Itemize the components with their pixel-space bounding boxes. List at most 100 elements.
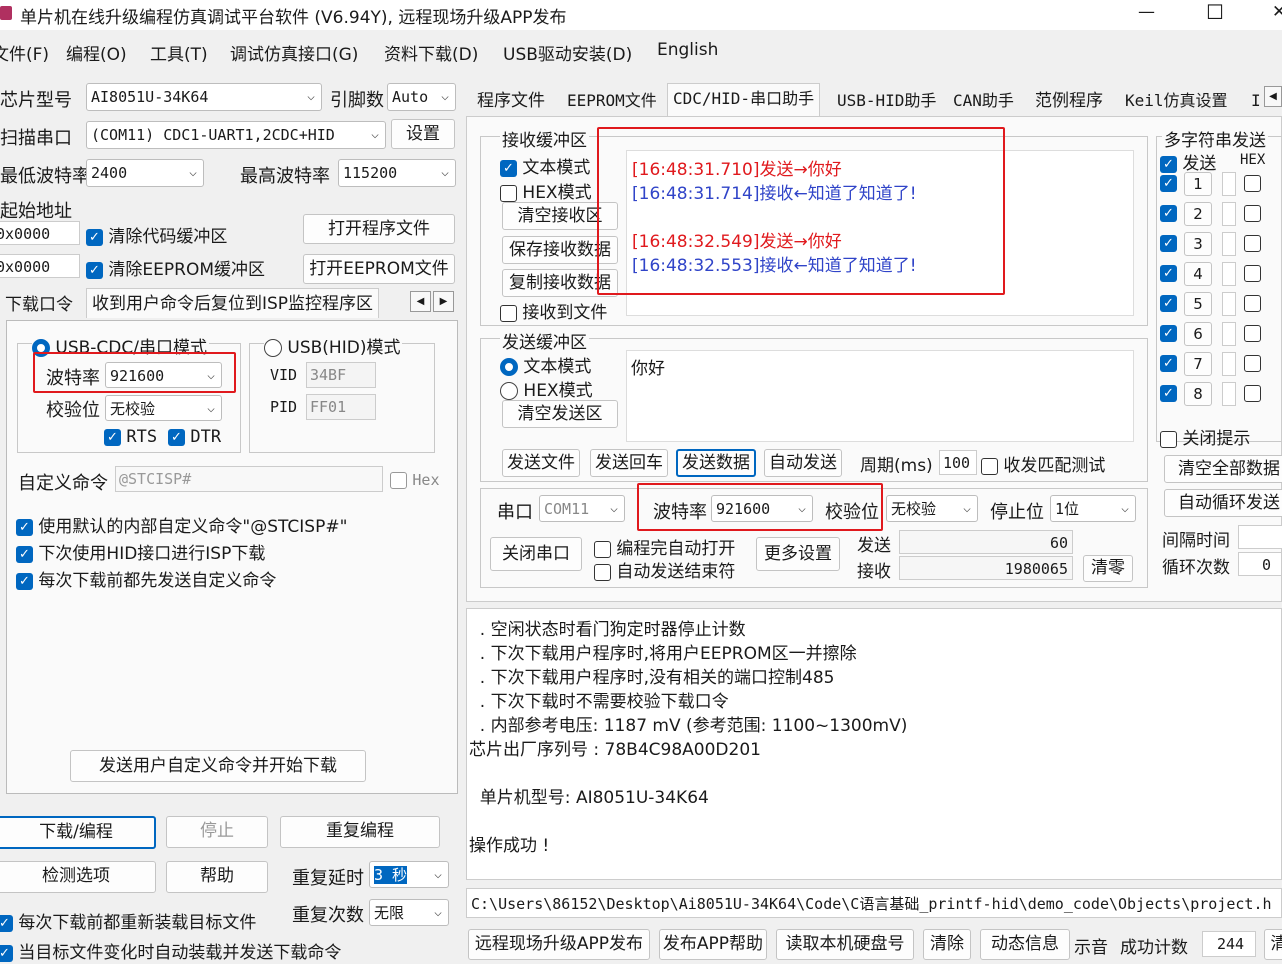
dynamic-info-button[interactable]: 动态信息 bbox=[980, 929, 1070, 960]
multi-row-button[interactable]: 4 bbox=[1184, 262, 1212, 286]
clear-button[interactable]: 清除 bbox=[923, 929, 971, 960]
opt-hid-isp[interactable]: ✓ 下次使用HID接口进行ISP下载 bbox=[16, 539, 265, 564]
serial-port-select[interactable]: COM11 ⌵ bbox=[539, 495, 625, 522]
rts-checkbox[interactable]: ✓ RTS bbox=[104, 427, 157, 447]
send-hex-mode[interactable]: HEX模式 bbox=[500, 376, 593, 401]
pins-select[interactable]: Auto ⌵ bbox=[387, 83, 456, 111]
multi-row-button[interactable]: 7 bbox=[1184, 352, 1212, 376]
menu-debug[interactable]: 调试仿真接口(G) bbox=[230, 40, 358, 65]
checkbox-icon[interactable] bbox=[1244, 295, 1261, 312]
settings-button[interactable]: 设置 bbox=[391, 119, 455, 149]
multi-row-input[interactable] bbox=[1222, 352, 1236, 376]
repeat-program-button[interactable]: 重复编程 bbox=[280, 816, 440, 848]
menu-usb-driver[interactable]: USB驱动安装(D) bbox=[503, 40, 632, 65]
multi-row-button[interactable]: 8 bbox=[1184, 382, 1212, 406]
send-cmd-download-button[interactable]: 发送用户自定义命令并开始下载 bbox=[70, 750, 366, 782]
multi-send-col[interactable]: ✓ 发送 bbox=[1160, 149, 1216, 174]
checkbox-icon[interactable] bbox=[1244, 325, 1261, 342]
send-textarea[interactable]: 你好 bbox=[626, 350, 1134, 442]
menu-english[interactable]: English bbox=[657, 40, 718, 60]
tab-can[interactable]: CAN助手 bbox=[948, 86, 1019, 116]
tab-scroll-right[interactable]: ▶ bbox=[433, 291, 454, 312]
close-icon[interactable]: ✕ bbox=[1272, 2, 1282, 22]
parity-select[interactable]: 无校验 ⌵ bbox=[105, 395, 222, 421]
max-baud-select[interactable]: 115200 ⌵ bbox=[338, 159, 456, 187]
menu-program[interactable]: 编程(O) bbox=[66, 40, 127, 65]
multi-row-input[interactable] bbox=[1222, 322, 1236, 346]
tab-eeprom-file[interactable]: EEPROM文件 bbox=[562, 86, 662, 116]
menu-tools[interactable]: 工具(T) bbox=[150, 40, 208, 65]
pid-input[interactable]: FF01 bbox=[306, 394, 376, 420]
multi-row-input[interactable] bbox=[1222, 292, 1236, 316]
tab-download-password[interactable]: 下载口令 bbox=[0, 290, 78, 320]
clear-count-button[interactable]: 清零 bbox=[1083, 555, 1133, 582]
stop-button[interactable]: 停止 bbox=[166, 816, 268, 848]
tab-more[interactable]: I bbox=[1246, 86, 1266, 116]
check-icon[interactable]: ✓ bbox=[1160, 295, 1177, 312]
open-program-button[interactable]: 打开程序文件 bbox=[303, 214, 455, 244]
dtr-checkbox[interactable]: ✓ DTR bbox=[168, 427, 221, 447]
clear-count-bottom-button[interactable]: 清 bbox=[1264, 929, 1282, 960]
multi-row-input[interactable] bbox=[1222, 262, 1236, 286]
hex-checkbox[interactable]: Hex bbox=[390, 470, 440, 490]
check-icon[interactable]: ✓ bbox=[1160, 385, 1177, 402]
multi-row-button[interactable]: 2 bbox=[1184, 202, 1212, 226]
close-port-button[interactable]: 关闭串口 bbox=[490, 537, 582, 571]
close-tip-checkbox[interactable]: 关闭提示 bbox=[1160, 424, 1250, 449]
tab-serial-assistant[interactable]: CDC/HID-串口助手 bbox=[667, 83, 821, 117]
opt-default-cmd[interactable]: ✓ 使用默认的内部自定义命令"@STCISP#" bbox=[16, 512, 347, 537]
multi-row-input[interactable] bbox=[1222, 232, 1236, 256]
interval-input[interactable] bbox=[1238, 525, 1282, 549]
addr1-input[interactable]: 0x0000 bbox=[0, 221, 80, 245]
tab-keil[interactable]: Keil仿真设置 bbox=[1120, 86, 1233, 116]
checkbox-icon[interactable] bbox=[1244, 235, 1261, 252]
serial-parity-select[interactable]: 无校验 ⌵ bbox=[886, 495, 978, 522]
auto-load-checkbox[interactable]: ✓ 当目标文件变化时自动装载并发送下载命令 bbox=[0, 938, 341, 963]
auto-loop-button[interactable]: 自动循环发送 bbox=[1164, 489, 1282, 517]
check-icon[interactable]: ✓ bbox=[1160, 325, 1177, 342]
checkbox-icon[interactable] bbox=[1244, 205, 1261, 222]
multi-row-button[interactable]: 6 bbox=[1184, 322, 1212, 346]
clear-code-checkbox[interactable]: ✓ 清除代码缓冲区 bbox=[86, 222, 227, 247]
maximize-icon[interactable]: ☐ bbox=[1206, 0, 1224, 24]
help-button[interactable]: 帮助 bbox=[166, 861, 268, 893]
clear-eeprom-checkbox[interactable]: ✓ 清除EEPROM缓冲区 bbox=[86, 255, 265, 280]
tab-usb-hid[interactable]: USB-HID助手 bbox=[832, 86, 941, 116]
check-icon[interactable]: ✓ bbox=[1160, 205, 1177, 222]
send-text-mode[interactable]: 文本模式 bbox=[500, 352, 591, 377]
repeat-delay-select[interactable]: 3 秒 ⌵ bbox=[369, 861, 449, 888]
more-settings-button[interactable]: 更多设置 bbox=[756, 537, 840, 571]
vid-input[interactable]: 34BF bbox=[306, 362, 376, 388]
multi-row-button[interactable]: 5 bbox=[1184, 292, 1212, 316]
checkbox-icon[interactable] bbox=[1244, 355, 1261, 372]
checkbox-icon[interactable] bbox=[1244, 175, 1261, 192]
auto-end-checkbox[interactable]: 自动发送结束符 bbox=[594, 557, 735, 582]
multi-row-button[interactable]: 1 bbox=[1184, 172, 1212, 196]
recv-text-mode[interactable]: ✓ 文本模式 bbox=[500, 153, 590, 178]
tab-scroll-left[interactable]: ◀ bbox=[1264, 86, 1282, 107]
check-icon[interactable]: ✓ bbox=[1160, 355, 1177, 372]
recv-to-file[interactable]: 接收到文件 bbox=[500, 298, 607, 323]
check-options-button[interactable]: 检测选项 bbox=[0, 861, 156, 893]
checkbox-icon[interactable] bbox=[1244, 385, 1261, 402]
auto-send-button[interactable]: 自动发送 bbox=[764, 449, 842, 477]
minimize-icon[interactable]: — bbox=[1138, 2, 1155, 22]
clear-all-button[interactable]: 清空全部数据 bbox=[1164, 455, 1282, 483]
stop-bits-select[interactable]: 1位 ⌵ bbox=[1050, 495, 1136, 522]
check-icon[interactable]: ✓ bbox=[1160, 265, 1177, 282]
reload-checkbox[interactable]: ✓ 每次下载前都重新装载目标文件 bbox=[0, 908, 256, 933]
check-icon[interactable]: ✓ bbox=[1160, 235, 1177, 252]
tab-reset-isp[interactable]: 收到用户命令后复位到ISP监控程序区 bbox=[86, 288, 380, 318]
tab-scroll-left[interactable]: ◀ bbox=[410, 291, 431, 312]
chip-select[interactable]: AI8051U-34K64 ⌵ bbox=[86, 83, 322, 111]
publish-app-button[interactable]: 远程现场升级APP发布 bbox=[468, 929, 650, 960]
loop-count-input[interactable]: 0 bbox=[1238, 552, 1282, 576]
open-eeprom-button[interactable]: 打开EEPROM文件 bbox=[303, 254, 455, 284]
tab-examples[interactable]: 范例程序 bbox=[1030, 86, 1108, 116]
opt-send-before[interactable]: ✓ 每次下载前都先发送自定义命令 bbox=[16, 566, 276, 591]
download-button[interactable]: 下载/编程 bbox=[0, 816, 156, 849]
multi-row-button[interactable]: 3 bbox=[1184, 232, 1212, 256]
check-icon[interactable]: ✓ bbox=[1160, 175, 1177, 192]
tab-program-file[interactable]: 程序文件 bbox=[472, 86, 550, 116]
repeat-count-select[interactable]: 无限 ⌵ bbox=[369, 899, 449, 926]
